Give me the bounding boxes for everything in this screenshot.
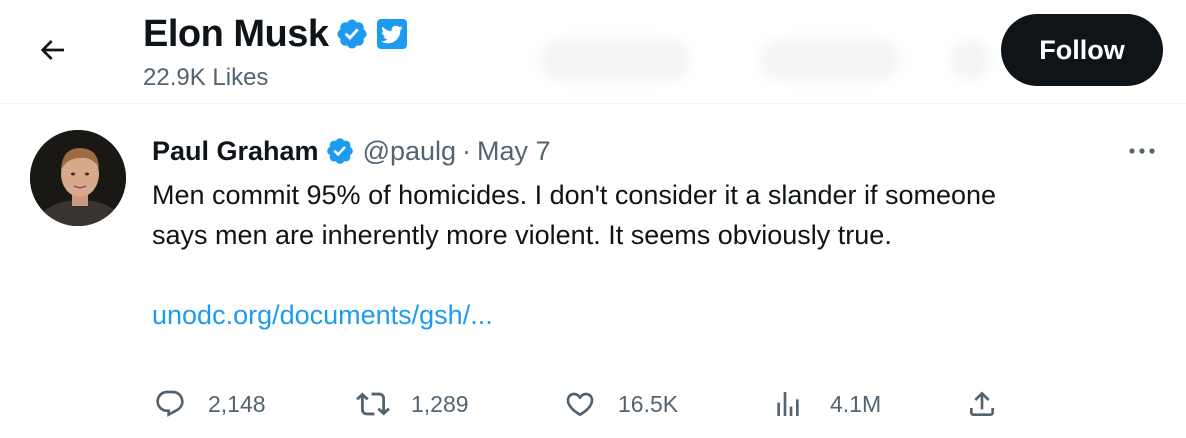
heart-icon — [562, 386, 598, 422]
profile-header: Elon Musk 22.9K Likes Follow — [0, 0, 1186, 104]
back-button[interactable] — [28, 28, 76, 76]
tweet-text-line: says men are inherently more violent. It… — [152, 220, 892, 250]
twitter-bird-icon[interactable] — [376, 19, 407, 49]
analytics-icon — [770, 386, 806, 422]
more-button[interactable] — [1124, 138, 1160, 166]
tweet-date[interactable]: May 7 — [477, 136, 551, 167]
author-name[interactable]: Paul Graham — [152, 136, 319, 167]
views-count: 4.1M — [830, 390, 882, 417]
share-button[interactable] — [964, 384, 1000, 424]
blurred-placeholder — [950, 40, 990, 80]
reply-button[interactable]: 2,148 — [152, 384, 266, 424]
avatar[interactable] — [30, 130, 126, 226]
share-icon — [964, 386, 1000, 422]
blurred-placeholder — [540, 40, 690, 80]
profile-name: Elon Musk — [143, 12, 329, 55]
verified-badge-icon[interactable] — [325, 136, 355, 166]
follow-button[interactable]: Follow — [1001, 14, 1163, 86]
more-horizontal-icon — [1126, 143, 1158, 161]
separator-dot: · — [462, 135, 472, 166]
author-handle[interactable]: @paulg — [363, 136, 456, 167]
like-button[interactable]: 16.5K — [562, 384, 678, 424]
tweet-link[interactable]: unodc.org/documents/gsh/... — [152, 295, 493, 335]
tweet-text: Men commit 95% of homicides. I don't con… — [152, 175, 1152, 255]
profile-name-row: Elon Musk — [143, 12, 407, 56]
retweet-icon — [355, 386, 391, 422]
views-button[interactable]: 4.1M — [770, 384, 881, 424]
tweet-text-line: Men commit 95% of homicides. I don't con… — [152, 180, 997, 210]
reply-count: 2,148 — [208, 390, 266, 417]
retweet-count: 1,289 — [411, 390, 469, 417]
retweet-button[interactable]: 1,289 — [355, 384, 469, 424]
profile-likes-count: 22.9K Likes — [143, 64, 269, 91]
reply-icon — [152, 386, 188, 422]
arrow-left-icon — [36, 34, 68, 71]
blurred-placeholder — [760, 40, 900, 80]
like-count: 16.5K — [618, 390, 679, 417]
tweet-header: Paul Graham @paulg · May 7 — [152, 133, 551, 169]
verified-badge-icon[interactable] — [335, 17, 369, 51]
